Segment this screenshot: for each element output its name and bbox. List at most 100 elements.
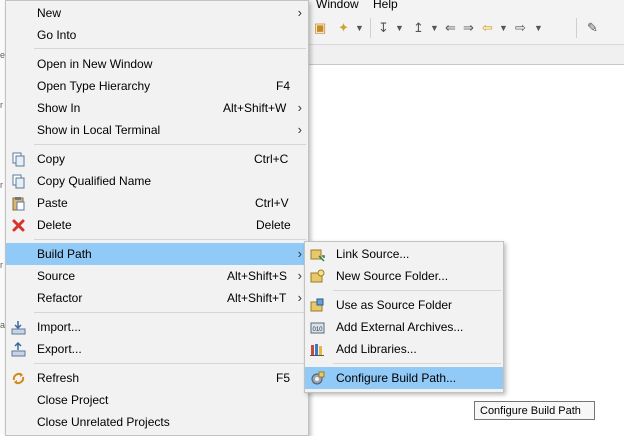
menu-separator [333,290,501,291]
editor-area-header [300,45,624,65]
submenu-arrow-icon: › [297,290,302,305]
refresh-icon [12,372,25,385]
export-icon [11,342,26,357]
menu-item-label: Open Type Hierarchy [37,79,151,93]
menu-separator [34,312,306,313]
pin-editor-icon[interactable]: ✎ [587,20,598,36]
menu-item-paste[interactable]: Paste Ctrl+V [6,192,308,214]
menu-item-label: Source [37,269,76,283]
menu-item-label: Build Path [37,247,92,261]
chevron-down-icon[interactable]: ▼ [430,20,439,36]
menu-item-label: Open in New Window [37,57,153,71]
menu-item-copy-qualified-name[interactable]: Copy Qualified Name [6,170,308,192]
shortcut-label: F5 [276,371,291,385]
submenu-item-link-source[interactable]: Link Source... [305,243,503,265]
source-folder-icon [310,298,324,312]
menu-item-label: Refresh [37,371,80,385]
submenu-item-configure-build-path[interactable]: Configure Build Path... [305,367,503,389]
chevron-down-icon[interactable]: ▼ [499,20,508,36]
menu-item-delete[interactable]: Delete Delete [6,214,308,236]
submenu-item-add-libraries[interactable]: Add Libraries... [305,338,503,360]
menu-item-label: New Source Folder... [336,269,449,283]
menu-item-close-project[interactable]: Close Project [6,389,308,411]
shortcut-label: Delete [256,218,291,232]
menu-item-export[interactable]: Export... [6,338,308,360]
copy-icon [12,152,25,167]
submenu-arrow-icon: › [297,122,302,137]
menu-window[interactable]: Window [316,0,359,11]
submenu-item-new-source-folder[interactable]: New Source Folder... [305,265,503,287]
menu-item-label: Paste [37,196,68,210]
menu-item-refactor[interactable]: Refactor Alt+Shift+T › [6,287,308,309]
configure-build-path-icon [311,371,325,385]
wand-icon[interactable]: ✦ [338,20,349,36]
main-menubar: Window Help [300,0,624,12]
chevron-down-icon[interactable]: ▼ [534,20,543,36]
shortcut-label: F4 [276,79,291,93]
jar-icon: 010 [310,322,325,334]
menu-item-label: Add Libraries... [336,342,417,356]
menu-item-label: Import... [37,320,82,334]
menu-item-label: Add External Archives... [336,320,464,334]
shortcut-label: Alt+Shift+T [227,291,287,305]
forward-edit-icon[interactable]: ⇒ [463,20,474,36]
menu-separator [34,363,306,364]
tooltip: Configure Build Path [474,401,595,420]
menu-separator [34,239,306,240]
menu-item-label: Copy [37,152,66,166]
menu-item-label: Show in Local Terminal [37,123,161,137]
forward-arrow-icon[interactable]: ⇨ [515,20,526,36]
shortcut-label: Alt+Shift+S [227,269,288,283]
menu-item-source[interactable]: Source Alt+Shift+S › [6,265,308,287]
menu-item-new[interactable]: New › [6,2,308,24]
menu-separator [34,48,306,49]
shortcut-label: Ctrl+C [254,152,289,166]
link-source-icon [310,249,325,262]
menu-item-label: Go Into [37,28,77,42]
prev-annotation-icon[interactable]: ↥ [413,20,424,36]
menu-item-import[interactable]: Import... [6,316,308,338]
menu-separator [34,144,306,145]
back-arrow-icon[interactable]: ⇦ [482,20,493,36]
next-annotation-icon[interactable]: ↧ [378,20,389,36]
copy-qualified-icon [12,174,25,189]
delete-icon [12,219,25,232]
menu-item-label: Delete [37,218,72,232]
menu-item-copy[interactable]: Copy Ctrl+C [6,148,308,170]
menu-item-label: Use as Source Folder [336,298,453,312]
menu-item-show-in-local-terminal[interactable]: Show in Local Terminal › [6,119,308,141]
menu-item-label: Refactor [37,291,83,305]
menu-item-go-into[interactable]: Go Into [6,24,308,46]
back-edit-icon[interactable]: ⇐ [445,20,456,36]
menu-item-close-unrelated-projects[interactable]: Close Unrelated Projects [6,411,308,433]
shortcut-label: Alt+Shift+W [223,101,287,115]
submenu-arrow-icon: › [297,268,302,283]
import-icon [11,321,26,335]
submenu-arrow-icon: › [297,246,302,261]
menu-item-build-path[interactable]: Build Path › [6,243,308,265]
menu-item-label: Export... [37,342,82,356]
new-source-folder-icon [310,269,325,283]
menu-separator [333,363,501,364]
menu-help[interactable]: Help [373,0,398,11]
submenu-item-add-external-archives[interactable]: 010 Add External Archives... [305,316,503,338]
submenu-arrow-icon: › [297,100,302,115]
menu-item-refresh[interactable]: Refresh F5 [6,367,308,389]
svg-text:010: 010 [312,327,323,333]
submenu-item-use-as-source-folder[interactable]: Use as Source Folder [305,294,503,316]
chevron-down-icon[interactable]: ▼ [355,20,364,36]
open-folder-icon[interactable]: ▣ [314,20,326,36]
menu-item-label: Copy Qualified Name [37,174,152,188]
menu-item-label: Close Project [37,393,109,407]
paste-icon [12,197,25,211]
shortcut-label: Ctrl+V [255,196,289,210]
submenu-arrow-icon: › [297,5,302,20]
menu-item-label: Show In [37,101,81,115]
menu-item-show-in[interactable]: Show In Alt+Shift+W › [6,97,308,119]
toolbar-divider [370,18,371,38]
menu-item-open-type-hierarchy[interactable]: Open Type Hierarchy F4 [6,75,308,97]
menu-item-label: New [37,6,62,20]
menu-item-label: Link Source... [336,247,410,261]
chevron-down-icon[interactable]: ▼ [395,20,404,36]
menu-item-open-new-window[interactable]: Open in New Window [6,53,308,75]
